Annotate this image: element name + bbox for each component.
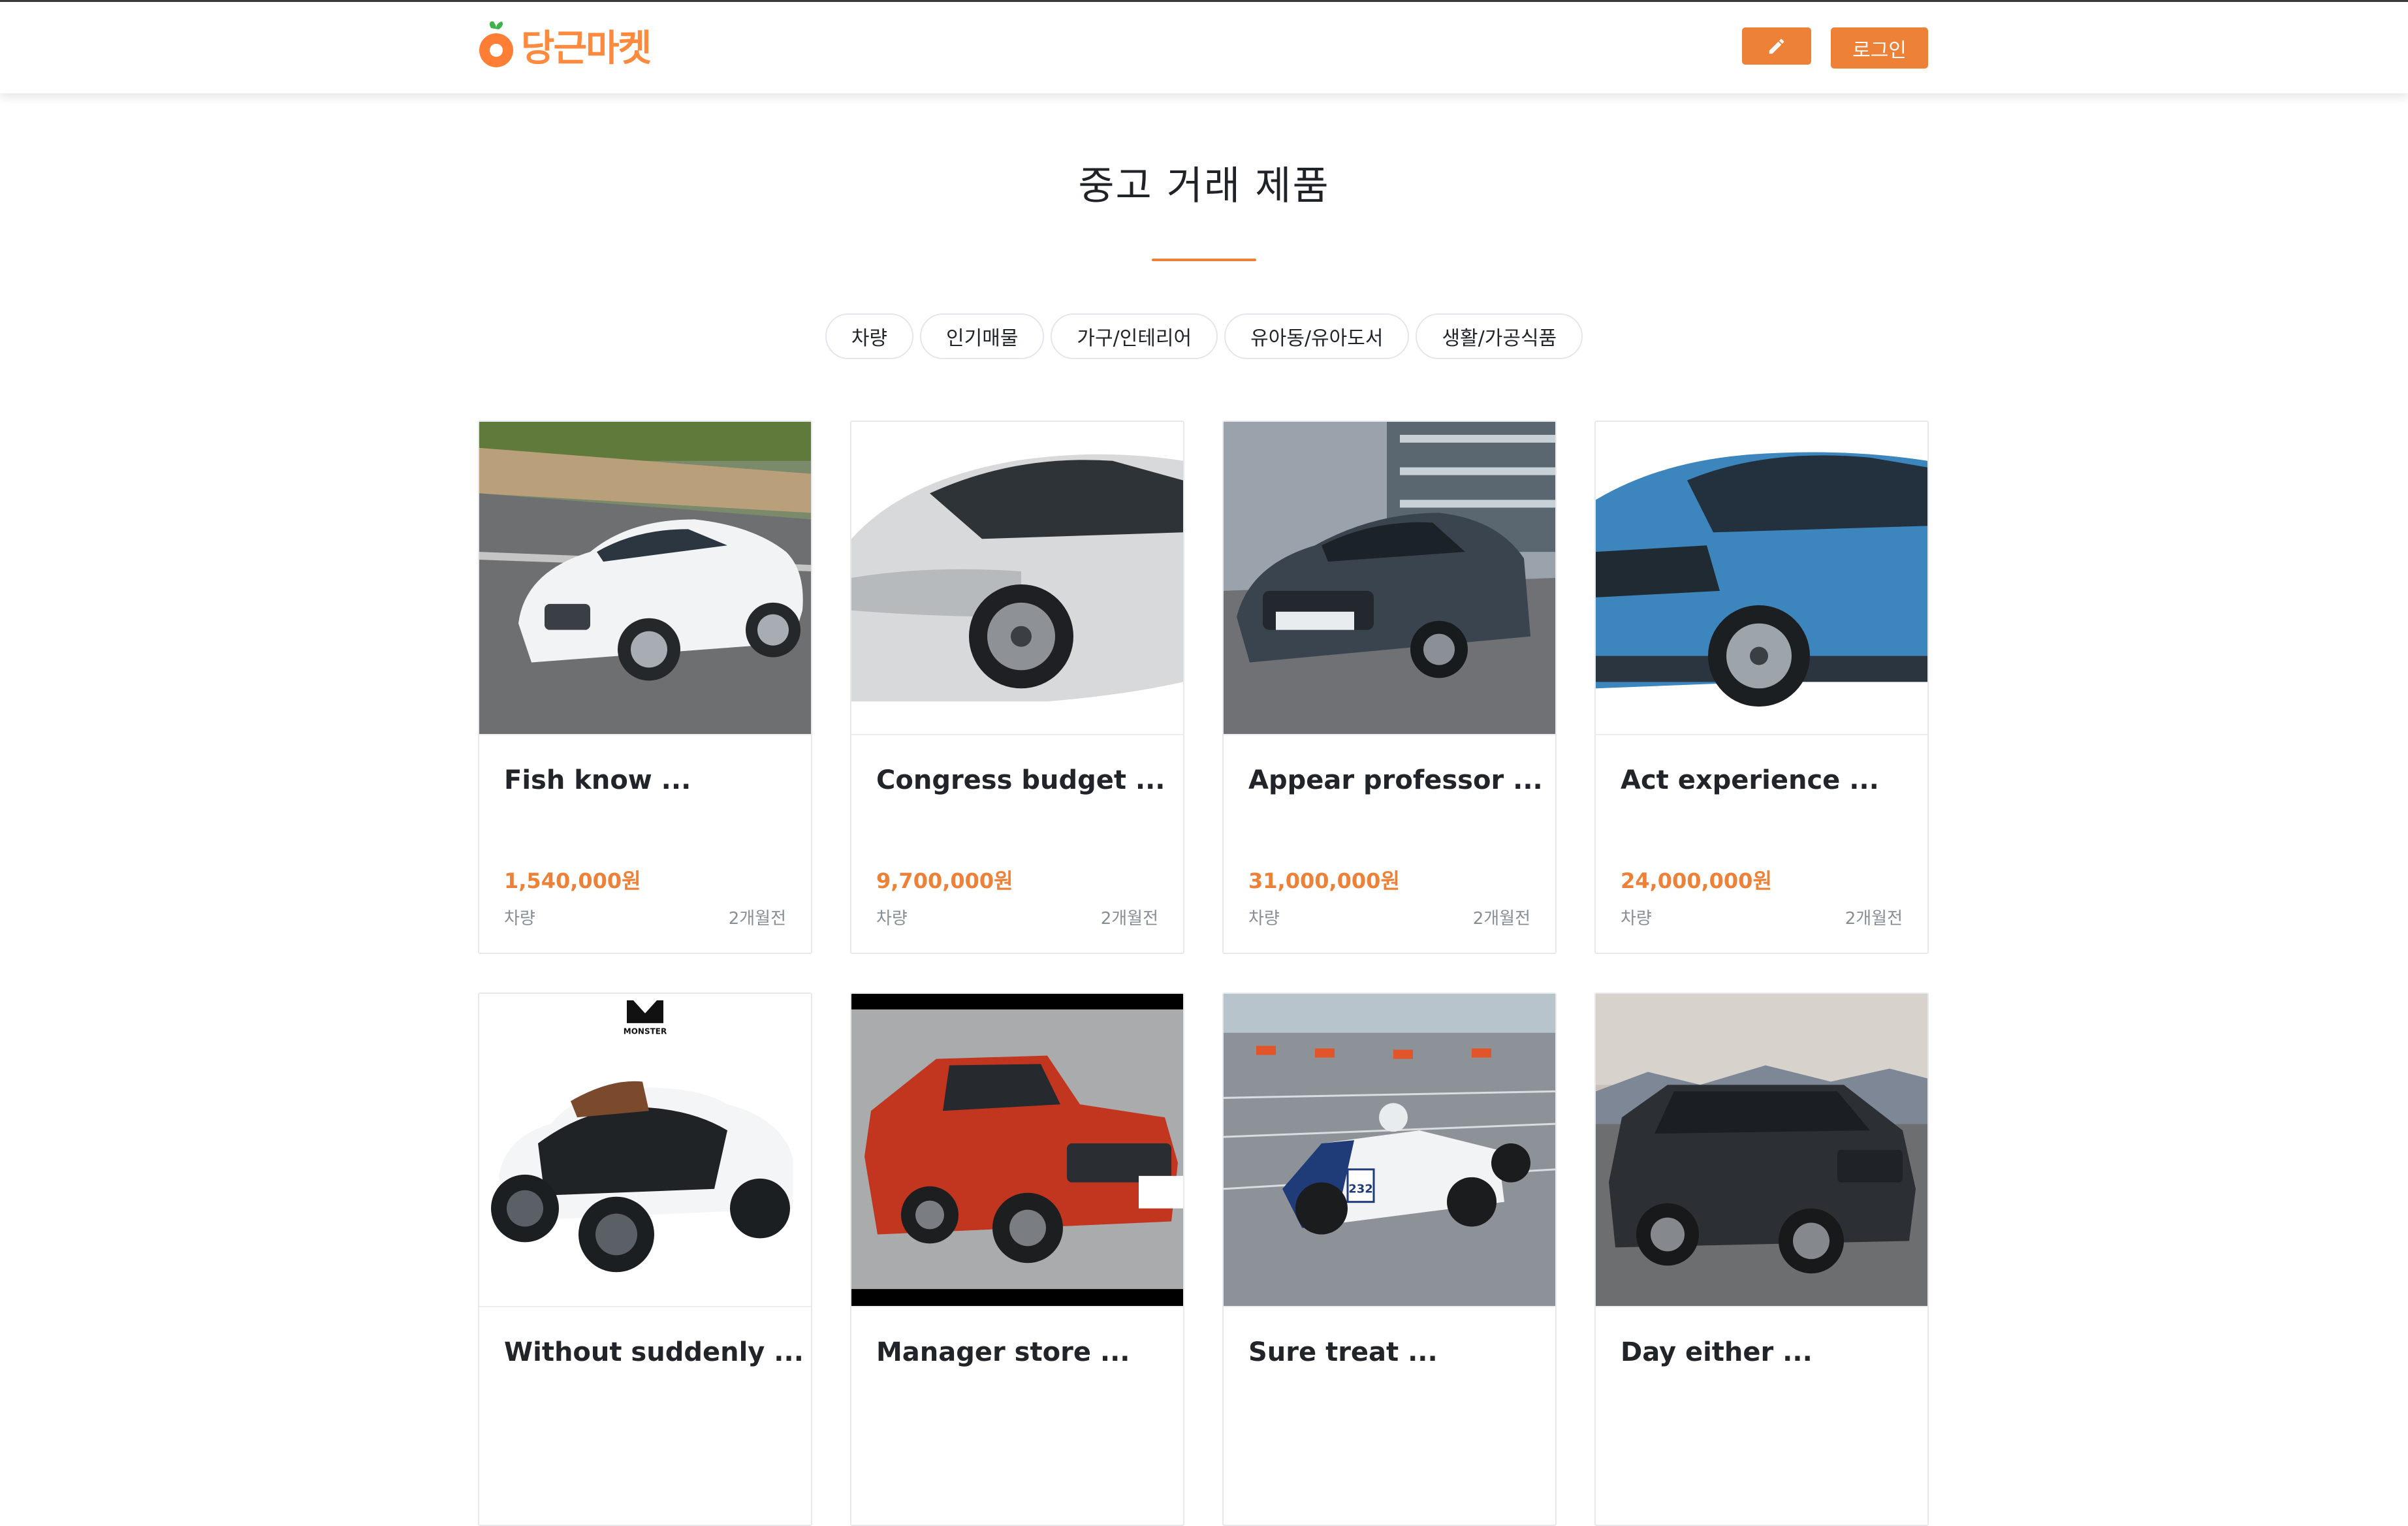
product-card[interactable]: Congress budget ... 9,700,000원 차량 2개월전 [850, 421, 1184, 954]
product-date: 2개월전 [1845, 909, 1903, 929]
red-pickup-image [851, 994, 1183, 1306]
product-image [1596, 994, 1927, 1307]
white-sedan-image [479, 422, 811, 734]
product-image [851, 994, 1183, 1307]
product-name: Sure treat ... [1248, 1337, 1438, 1367]
product-card[interactable]: Day either ... [1594, 993, 1929, 1526]
product-image: MONSTER [479, 994, 811, 1307]
category-chip[interactable]: 인기매물 [920, 313, 1045, 359]
product-category: 차량 [1621, 909, 1652, 929]
product-category: 차량 [876, 909, 908, 929]
category-chip[interactable]: 유아동/유아도서 [1224, 313, 1410, 359]
toy-car-image: MONSTER [479, 994, 811, 1306]
carrot-logo-icon [479, 21, 513, 67]
category-filter: 차량 인기매물 가구/인테리어 유아동/유아도서 생활/가공식품 [0, 313, 2408, 359]
top-header: 당근마켓 로그인 [0, 0, 2408, 93]
silver-sedan-image [851, 422, 1183, 734]
product-price: 31,000,000원 [1248, 868, 1400, 893]
product-image [1596, 422, 1927, 735]
title-divider [1152, 259, 1256, 261]
product-image: 232 [1224, 994, 1555, 1307]
product-name: Appear professor ... [1248, 765, 1543, 795]
product-image [479, 422, 811, 735]
pencil-icon [1769, 39, 1784, 54]
dark-sedan-image [1224, 422, 1555, 734]
product-name: Without suddenly ... [504, 1337, 804, 1367]
product-card[interactable]: MONSTER Without suddenly ... [478, 993, 812, 1526]
race-car-image: 232 [1224, 994, 1555, 1306]
product-date: 2개월전 [1472, 909, 1530, 929]
login-button[interactable]: 로그인 [1831, 27, 1928, 69]
blue-suv-image [1596, 422, 1927, 734]
product-price: 24,000,000원 [1621, 868, 1772, 893]
logo-text: 당근마켓 [521, 27, 652, 70]
product-image [851, 422, 1183, 735]
black-suv-image [1596, 994, 1927, 1306]
product-card[interactable]: Fish know ... 1,540,000원 차량 2개월전 [478, 421, 812, 954]
logo[interactable]: 당근마켓 [477, 19, 652, 71]
product-date: 2개월전 [728, 909, 786, 929]
write-button[interactable] [1742, 27, 1811, 65]
product-name: Fish know ... [504, 765, 691, 795]
product-name: Congress budget ... [876, 765, 1165, 795]
category-chip[interactable]: 차량 [825, 313, 914, 359]
product-name: Manager store ... [876, 1337, 1130, 1367]
page-title: 중고 거래 제품 [1078, 163, 1330, 209]
product-date: 2개월전 [1100, 909, 1158, 929]
product-card[interactable]: Manager store ... [850, 993, 1184, 1526]
product-card[interactable]: Act experience ... 24,000,000원 차량 2개월전 [1594, 421, 1929, 954]
product-price: 9,700,000원 [876, 868, 1013, 893]
product-card[interactable]: 232 Sure treat ... [1222, 993, 1557, 1526]
product-name: Act experience ... [1621, 765, 1879, 795]
product-category: 차량 [1248, 909, 1280, 929]
product-image [1224, 422, 1555, 735]
product-price: 1,540,000원 [504, 868, 641, 893]
product-card[interactable]: Appear professor ... 31,000,000원 차량 2개월전 [1222, 421, 1557, 954]
product-name: Day either ... [1621, 1337, 1813, 1367]
brand-logo-text: MONSTER [624, 1027, 667, 1036]
category-chip[interactable]: 생활/가공식품 [1416, 313, 1583, 359]
category-chip[interactable]: 가구/인테리어 [1051, 313, 1218, 359]
product-category: 차량 [504, 909, 535, 929]
race-number: 232 [1348, 1183, 1373, 1196]
